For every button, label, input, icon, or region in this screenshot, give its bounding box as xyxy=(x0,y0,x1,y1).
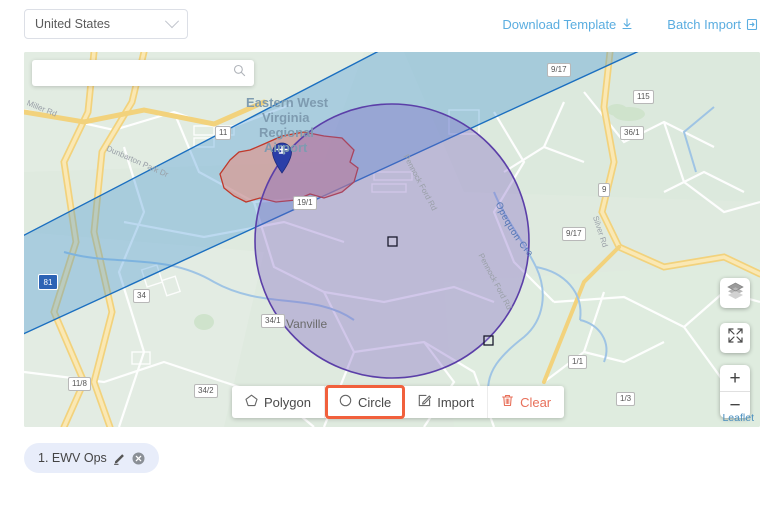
import-tool-label: Import xyxy=(437,394,475,410)
polygon-tool-label: Polygon xyxy=(264,394,311,410)
circle-icon xyxy=(339,394,352,410)
fullscreen-control[interactable] xyxy=(720,323,750,353)
country-select[interactable]: United States xyxy=(24,9,188,39)
download-template-label: Download Template xyxy=(502,16,617,32)
close-circle-icon[interactable] xyxy=(132,452,145,465)
layers-stack-icon xyxy=(726,281,745,305)
zoom-control[interactable]: + − xyxy=(720,365,750,418)
fullscreen-expand-icon xyxy=(727,327,744,349)
page-header: United States Download Template Batch Im… xyxy=(0,0,774,48)
polygon-tool-button[interactable]: Polygon xyxy=(232,386,325,418)
batch-import-label: Batch Import xyxy=(667,16,741,32)
country-select-value: United States xyxy=(35,17,111,31)
zoom-in-button[interactable]: + xyxy=(720,365,750,392)
map-container[interactable]: Opequon Creek Pennock Ford Rd Pennock Fo… xyxy=(24,52,760,427)
geofence-item-label: 1. EWV Ops xyxy=(38,451,107,465)
geofence-list: 1. EWV Ops xyxy=(24,443,760,485)
list-item[interactable]: 1. EWV Ops xyxy=(24,443,159,473)
draw-toolbar: Polygon Circle Import Clear xyxy=(232,385,565,419)
clear-tool-button[interactable]: Clear xyxy=(488,386,564,418)
pentagon-icon xyxy=(245,394,258,410)
search-icon xyxy=(233,64,246,82)
layers-control[interactable] xyxy=(720,278,750,308)
download-template-link[interactable]: Download Template xyxy=(502,17,633,32)
file-import-icon xyxy=(746,18,758,31)
map-tiles: Opequon Creek xyxy=(24,52,760,427)
interstate-shield: 81 xyxy=(38,274,58,290)
batch-import-link[interactable]: Batch Import xyxy=(667,17,758,32)
pencil-square-icon xyxy=(418,394,432,410)
layers-button[interactable] xyxy=(720,278,750,308)
circle-tool-label: Circle xyxy=(357,394,392,410)
download-icon xyxy=(621,17,633,31)
import-tool-button[interactable]: Import xyxy=(405,386,489,418)
search-input[interactable] xyxy=(40,65,233,81)
circle-tool-button[interactable]: Circle xyxy=(324,385,406,419)
fullscreen-button[interactable] xyxy=(720,323,750,353)
map-search-box[interactable] xyxy=(32,60,254,86)
pencil-icon[interactable] xyxy=(113,452,126,465)
clear-tool-label: Clear xyxy=(520,394,552,410)
chevron-down-icon xyxy=(164,14,180,29)
trash-icon xyxy=(501,394,514,410)
leaflet-attribution[interactable]: Leaflet xyxy=(722,412,754,424)
